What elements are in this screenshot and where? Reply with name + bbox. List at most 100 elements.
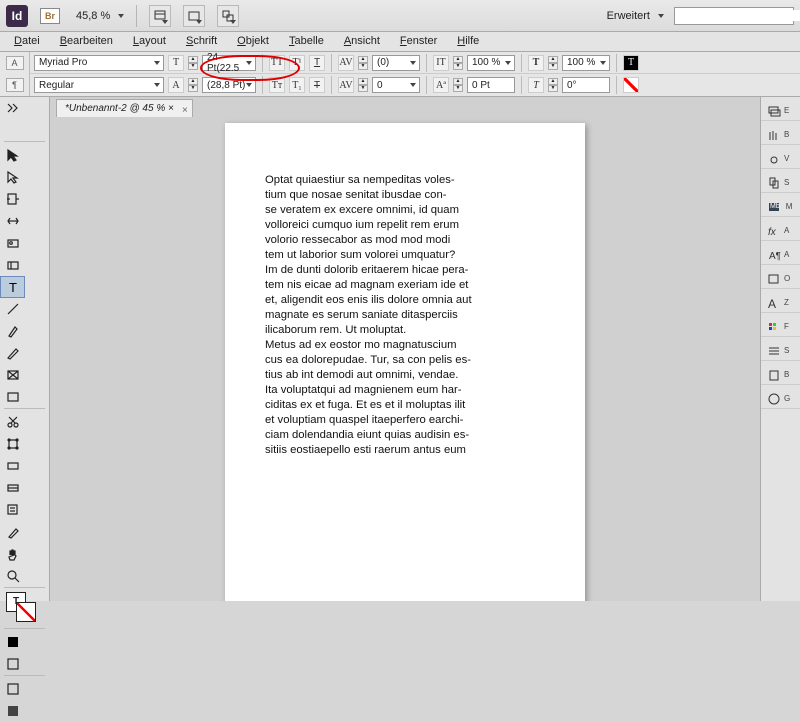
- strikethrough-button[interactable]: T: [309, 77, 325, 93]
- panel-seiten[interactable]: S: [761, 173, 800, 193]
- font-family-combo[interactable]: Myriad Pro: [34, 55, 164, 71]
- panel-verkn[interactable]: V: [761, 149, 800, 169]
- zoom-level-value: 45,8 %: [72, 9, 114, 23]
- rectangle-tool[interactable]: [0, 386, 25, 408]
- divider: [426, 54, 427, 72]
- zoom-level-combo[interactable]: 45,8 %: [72, 9, 124, 23]
- divider: [331, 76, 332, 94]
- font-style-combo[interactable]: Regular: [34, 77, 164, 93]
- apply-color-button[interactable]: [0, 631, 25, 653]
- direct-selection-tool[interactable]: [0, 166, 25, 188]
- no-fill-button[interactable]: [623, 77, 639, 93]
- superscript-button[interactable]: T¹: [289, 55, 305, 71]
- menu-fenster[interactable]: Fenster: [390, 32, 447, 51]
- leading-spinner[interactable]: ▲▼: [188, 78, 198, 92]
- divider: [262, 76, 263, 94]
- panel-objekt[interactable]: O: [761, 269, 800, 289]
- scale-h-combo[interactable]: 100 %: [467, 55, 515, 71]
- panel-fx[interactable]: fxA: [761, 221, 800, 241]
- font-size-combo[interactable]: 24 Pt(22.5: [202, 55, 256, 71]
- allcaps-button[interactable]: TT: [269, 55, 285, 71]
- normal-view-button[interactable]: [0, 678, 25, 700]
- panel-buch[interactable]: B: [761, 365, 800, 385]
- pencil-tool[interactable]: [0, 342, 25, 364]
- control-mode-toggle[interactable]: A ¶: [0, 52, 30, 96]
- menu-schrift[interactable]: Schrift: [176, 32, 227, 51]
- menu-datei[interactable]: Datei: [4, 32, 50, 51]
- fill-stroke-swatch[interactable]: T: [0, 590, 49, 626]
- stroke-swatch[interactable]: [16, 602, 36, 622]
- panel-absatz[interactable]: A¶A: [761, 245, 800, 265]
- free-transform-tool[interactable]: [0, 433, 25, 455]
- preview-view-button[interactable]: [0, 700, 25, 722]
- panel-biblio[interactable]: B: [761, 125, 800, 145]
- underline-button[interactable]: T: [309, 55, 325, 71]
- page-tool[interactable]: [0, 188, 25, 210]
- menu-ansicht[interactable]: Ansicht: [334, 32, 390, 51]
- panel-mb[interactable]: MbM: [761, 197, 800, 217]
- toggle-panel-icon[interactable]: [0, 97, 25, 119]
- zoom-tool[interactable]: [0, 565, 25, 587]
- document-tab[interactable]: *Unbenannt-2 @ 45 % × ×: [56, 99, 193, 117]
- kerning-combo[interactable]: (0): [372, 55, 420, 71]
- panel-farbe[interactable]: F: [761, 317, 800, 337]
- panel-ebenen[interactable]: E: [761, 101, 800, 121]
- bridge-icon[interactable]: Br: [40, 8, 60, 24]
- search-field[interactable]: [678, 10, 800, 21]
- workspace-switcher[interactable]: Erweitert: [603, 10, 664, 22]
- gradient-feather-tool[interactable]: [0, 477, 25, 499]
- smallcaps-button[interactable]: Tᴛ: [269, 77, 285, 93]
- subscript-button[interactable]: T₁: [289, 77, 305, 93]
- arrange-button[interactable]: [217, 5, 239, 27]
- divider: [616, 76, 617, 94]
- content-placer-tool[interactable]: [0, 254, 25, 276]
- scale-h-icon: IT: [433, 55, 449, 71]
- para-mode-icon[interactable]: ¶: [6, 78, 24, 92]
- fill-char-button[interactable]: T: [623, 55, 639, 71]
- gradient-swatch-tool[interactable]: [0, 455, 25, 477]
- scissors-tool[interactable]: [0, 411, 25, 433]
- scale-v-spinner[interactable]: ▲▼: [548, 56, 558, 70]
- rectangle-frame-tool[interactable]: [0, 364, 25, 386]
- app-icon: Id: [6, 5, 28, 27]
- pen-tool[interactable]: [0, 320, 25, 342]
- char-mode-icon[interactable]: A: [6, 56, 24, 70]
- note-tool[interactable]: [0, 499, 25, 521]
- chevron-down-icon: [118, 14, 124, 18]
- menu-layout[interactable]: Layout: [123, 32, 176, 51]
- view-options-button[interactable]: [149, 5, 171, 27]
- canvas[interactable]: Optat quiaestiur sa nempeditas voles- ti…: [50, 117, 760, 601]
- menu-tabelle[interactable]: Tabelle: [279, 32, 334, 51]
- baseline-combo[interactable]: 0 Pt: [467, 77, 515, 93]
- search-input[interactable]: [674, 7, 794, 25]
- text-frame[interactable]: Optat quiaestiur sa nempeditas voles- ti…: [265, 173, 545, 458]
- kerning-spinner[interactable]: ▲▼: [358, 56, 368, 70]
- eyedropper-tool[interactable]: [0, 521, 25, 543]
- scale-v-value: 100 %: [567, 57, 595, 68]
- tracking-combo[interactable]: 0: [372, 77, 420, 93]
- scale-h-spinner[interactable]: ▲▼: [453, 56, 463, 70]
- menu-objekt[interactable]: Objekt: [227, 32, 279, 51]
- type-tool[interactable]: T: [0, 276, 25, 298]
- baseline-spinner[interactable]: ▲▼: [453, 78, 463, 92]
- skew-combo[interactable]: 0°: [562, 77, 610, 93]
- panel-stil[interactable]: S: [761, 341, 800, 361]
- hand-tool[interactable]: [0, 543, 25, 565]
- apply-gradient-button[interactable]: [0, 653, 25, 675]
- screen-mode-button[interactable]: [183, 5, 205, 27]
- gap-tool[interactable]: [0, 210, 25, 232]
- line-tool[interactable]: [0, 298, 25, 320]
- panel-zeichen[interactable]: AZ: [761, 293, 800, 313]
- font-size-spinner[interactable]: ▲▼: [188, 56, 198, 70]
- tracking-spinner[interactable]: ▲▼: [358, 78, 368, 92]
- selection-tool[interactable]: [0, 144, 25, 166]
- chevron-down-icon: [196, 20, 202, 24]
- panel-glyphen[interactable]: G: [761, 389, 800, 409]
- menu-bearbeiten[interactable]: Bearbeiten: [50, 32, 123, 51]
- svg-text:A¶: A¶: [769, 251, 781, 262]
- scale-v-combo[interactable]: 100 %: [562, 55, 610, 71]
- content-collector-tool[interactable]: [0, 232, 25, 254]
- leading-combo[interactable]: (28,8 Pt): [202, 77, 256, 93]
- skew-spinner[interactable]: ▲▼: [548, 78, 558, 92]
- menu-hilfe[interactable]: Hilfe: [447, 32, 489, 51]
